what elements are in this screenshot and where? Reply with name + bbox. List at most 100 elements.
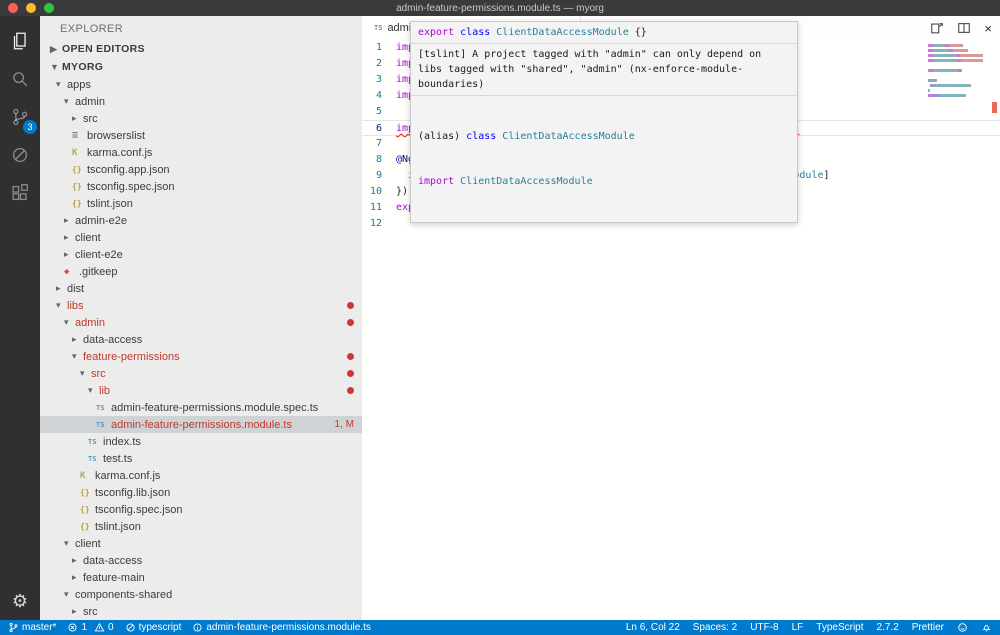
tree-folder-admin-e2e[interactable]: ▸admin-e2e xyxy=(40,212,362,229)
line-number: 9 xyxy=(362,168,396,184)
tree-folder-components-shared[interactable]: ▾components-shared xyxy=(40,586,362,603)
activity-search[interactable] xyxy=(0,60,40,98)
hover-lint-message: [tslint] A project tagged with "admin" c… xyxy=(411,43,797,95)
tree-item-label: tsconfig.spec.json xyxy=(87,181,174,193)
tree-folder-client[interactable]: ▸client xyxy=(40,229,362,246)
tree-item-label: client xyxy=(75,232,101,244)
tree-file-tsconfig.app.json[interactable]: {}tsconfig.app.json xyxy=(40,161,362,178)
tree-folder-dist[interactable]: ▸dist xyxy=(40,280,362,297)
hover-definition: (alias) class ClientDataAccessModule imp… xyxy=(411,95,797,222)
close-window-button[interactable] xyxy=(8,3,18,13)
status-problems[interactable]: 1 0 xyxy=(67,622,113,633)
line-number: 11 xyxy=(362,200,396,216)
json-file-icon: {} xyxy=(72,182,87,191)
tree-file-karma.conf.js[interactable]: Kkarma.conf.js xyxy=(40,144,362,161)
tree-item-label: src xyxy=(83,606,98,618)
tree-file-tslint.json[interactable]: {}tslint.json xyxy=(40,518,362,535)
tree-item-label: dist xyxy=(67,283,84,295)
line-number: 6 xyxy=(362,121,396,135)
open-editors-header[interactable]: ▶ OPEN EDITORS xyxy=(40,40,362,58)
hover-import-line: import ClientDataAccessModule xyxy=(418,174,790,189)
minimap[interactable] xyxy=(928,44,986,104)
status-language-mode[interactable]: TypeScript xyxy=(816,622,863,633)
tree-file-tslint.json[interactable]: {}tslint.json xyxy=(40,195,362,212)
line-number: 2 xyxy=(362,56,396,72)
tree-folder-lib[interactable]: ▾lib xyxy=(40,382,362,399)
tree-file-.gitkeep[interactable]: ◆.gitkeep xyxy=(40,263,362,280)
tree-item-label: index.ts xyxy=(103,436,141,448)
status-encoding[interactable]: UTF-8 xyxy=(750,622,778,633)
tree-folder-data-access[interactable]: ▸data-access xyxy=(40,552,362,569)
tree-item-label: karma.conf.js xyxy=(95,470,160,482)
tree-item-label: feature-main xyxy=(83,572,145,584)
tree-folder-feature-permissions[interactable]: ▾feature-permissions xyxy=(40,348,362,365)
tree-file-admin-feature-permissions.module.spec.ts[interactable]: TSadmin-feature-permissions.module.spec.… xyxy=(40,399,362,416)
json-file-icon: {} xyxy=(72,199,87,208)
tree-item-label: client xyxy=(75,538,101,550)
line-number: 5 xyxy=(362,104,396,120)
tree-file-tsconfig.spec.json[interactable]: {}tsconfig.spec.json xyxy=(40,501,362,518)
tree-folder-src[interactable]: ▾src xyxy=(40,365,362,382)
activity-extensions[interactable] xyxy=(0,174,40,212)
tree-item-label: apps xyxy=(67,79,91,91)
ts-file-icon: TS xyxy=(374,24,382,32)
status-git-branch[interactable]: master* xyxy=(8,622,56,633)
tree-file-tsconfig.lib.json[interactable]: {}tsconfig.lib.json xyxy=(40,484,362,501)
activity-bar: 3 ⚙ xyxy=(0,16,40,620)
chevron-right-icon: ▸ xyxy=(64,215,75,226)
tree-folder-src[interactable]: ▸src xyxy=(40,110,362,127)
tree-folder-src[interactable]: ▸src xyxy=(40,603,362,620)
tree-folder-client[interactable]: ▾client xyxy=(40,535,362,552)
settings-gear-icon[interactable]: ⚙ xyxy=(12,591,28,612)
tree-item-label: src xyxy=(83,113,98,125)
tree-item-label: tslint.json xyxy=(95,521,141,533)
tree-file-admin-feature-permissions.module.ts[interactable]: TSadmin-feature-permissions.module.ts1, … xyxy=(40,416,362,433)
tree-folder-client-e2e[interactable]: ▸client-e2e xyxy=(40,246,362,263)
tree-folder-apps[interactable]: ▾apps xyxy=(40,76,362,93)
scm-badge: 3 xyxy=(23,120,37,134)
minimize-window-button[interactable] xyxy=(26,3,36,13)
open-changes-icon[interactable] xyxy=(930,21,944,35)
window-controls xyxy=(0,3,54,13)
tree-folder-admin[interactable]: ▾admin xyxy=(40,93,362,110)
chevron-right-icon: ▸ xyxy=(72,572,83,583)
status-feedback-smiley[interactable] xyxy=(957,622,968,633)
titlebar: admin-feature-permissions.module.ts — my… xyxy=(0,0,1000,16)
status-linter[interactable]: typescript xyxy=(125,622,182,633)
line-number: 3 xyxy=(362,72,396,88)
tree-folder-libs[interactable]: ▾libs xyxy=(40,297,362,314)
tree-file-tsconfig.spec.json[interactable]: {}tsconfig.spec.json xyxy=(40,178,362,195)
hover-signature: export class ClientDataAccessModule {} xyxy=(411,22,797,43)
status-cursor-position[interactable]: Ln 6, Col 22 xyxy=(626,622,680,633)
tree-file-index.ts[interactable]: TSindex.ts xyxy=(40,433,362,450)
chevron-right-icon: ▸ xyxy=(56,283,67,294)
workspace-root-header[interactable]: ▼ MYORG xyxy=(40,58,362,76)
tree-item-label: feature-permissions xyxy=(83,351,180,363)
tree-file-test.ts[interactable]: TStest.ts xyxy=(40,450,362,467)
status-eol[interactable]: LF xyxy=(792,622,804,633)
split-editor-icon[interactable] xyxy=(957,21,971,35)
code-editor[interactable]: 1import { NgModule } from '@angular/core… xyxy=(362,40,1000,620)
chevron-right-icon: ▶ xyxy=(50,40,59,58)
tree-folder-feature-main[interactable]: ▸feature-main xyxy=(40,569,362,586)
status-notifications[interactable] xyxy=(981,622,992,633)
json-file-icon: {} xyxy=(80,505,95,514)
search-icon xyxy=(9,68,31,90)
status-indentation[interactable]: Spaces: 2 xyxy=(693,622,737,633)
activity-explorer[interactable] xyxy=(0,22,40,60)
problems-modified-badge: 1, M xyxy=(335,419,354,430)
json-file-icon: {} xyxy=(80,522,95,531)
status-formatter[interactable]: Prettier xyxy=(912,622,944,633)
zoom-window-button[interactable] xyxy=(44,3,54,13)
status-active-file[interactable]: admin-feature-permissions.module.ts xyxy=(192,622,371,633)
close-editor-icon[interactable]: × xyxy=(984,22,992,35)
activity-source-control[interactable]: 3 xyxy=(0,98,40,136)
tree-folder-data-access[interactable]: ▸data-access xyxy=(40,331,362,348)
tree-folder-admin[interactable]: ▾admin xyxy=(40,314,362,331)
tree-file-browserslist[interactable]: ≡browserslist xyxy=(40,127,362,144)
chevron-down-icon: ▾ xyxy=(64,317,75,328)
activity-debug[interactable] xyxy=(0,136,40,174)
tree-item-label: tsconfig.lib.json xyxy=(95,487,170,499)
status-ts-version[interactable]: 2.7.2 xyxy=(877,622,899,633)
tree-file-karma.conf.js[interactable]: Kkarma.conf.js xyxy=(40,467,362,484)
